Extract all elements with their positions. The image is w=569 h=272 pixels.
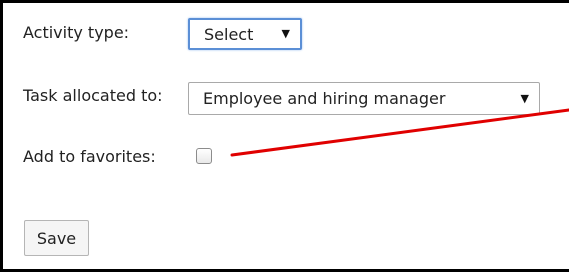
annotation-arrow bbox=[230, 108, 569, 157]
